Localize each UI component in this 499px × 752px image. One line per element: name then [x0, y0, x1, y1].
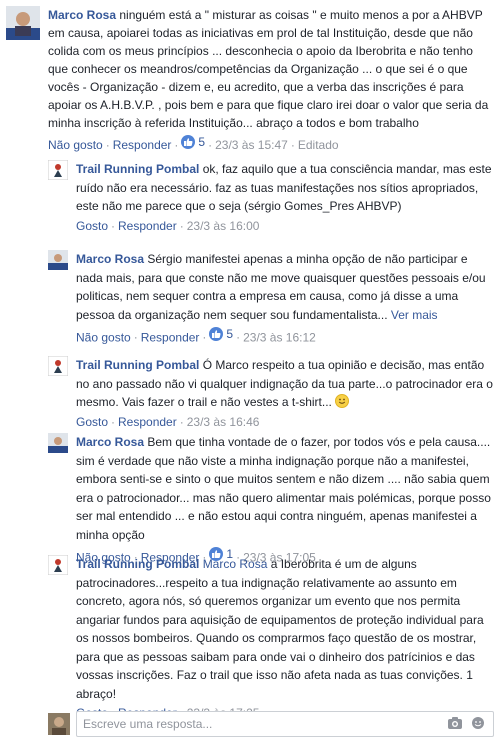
reply-input-placeholder: Escreve uma resposta...: [83, 717, 213, 731]
comment-text: ninguém está a " misturar as coisas " e …: [48, 8, 489, 130]
like-count-value: 5: [226, 327, 234, 341]
reply: Marco Rosa Bem que tinha vontade de o fa…: [48, 433, 494, 567]
unlike-link[interactable]: Não gosto: [76, 330, 131, 344]
unlike-link[interactable]: Não gosto: [48, 138, 103, 152]
reply-author[interactable]: Marco Rosa: [76, 252, 144, 266]
trail-logo-icon: [48, 555, 68, 575]
avatar[interactable]: [48, 250, 68, 270]
avatar-image: [48, 713, 70, 735]
like-count[interactable]: 5: [209, 325, 233, 344]
see-more-link[interactable]: Ver mais: [391, 308, 438, 322]
reply-timestamp[interactable]: 23/3 às 16:00: [187, 219, 260, 233]
sticker-icon[interactable]: [471, 716, 487, 730]
comment-actions: Não gosto · Responder · 5 · 23/3 às 15:47 · Edit…: [48, 133, 339, 152]
avatar-image: [48, 250, 68, 270]
reply-author[interactable]: Marco Rosa: [76, 435, 144, 449]
avatar-image: [6, 6, 40, 40]
reply-link[interactable]: Responder: [141, 330, 200, 344]
page-avatar[interactable]: [48, 555, 68, 575]
reply: Trail Running Pombal ok, faz aquilo que …: [48, 160, 494, 235]
reply-actions: Gosto · Responder · 23/3 às 16:46: [76, 414, 260, 429]
reply: Marco Rosa Sérgio manifestei apenas a mi…: [48, 250, 494, 347]
reply: Trail Running Pombal Marco Rosa a Iberob…: [48, 555, 494, 723]
reply-link[interactable]: Responder: [118, 415, 177, 429]
reply-text: Bem que tinha vontade de o fazer, por to…: [76, 435, 491, 542]
thumbs-up-icon: [181, 135, 196, 149]
page-avatar[interactable]: [48, 356, 68, 376]
trail-logo-icon: [48, 356, 68, 376]
thumbs-up-icon: [209, 327, 224, 342]
comment-timestamp[interactable]: 23/3 às 15:47: [215, 138, 288, 152]
comment-author[interactable]: Marco Rosa: [48, 8, 116, 22]
current-user-avatar: [48, 713, 70, 735]
avatar[interactable]: [6, 6, 40, 40]
reply-timestamp[interactable]: 23/3 às 16:46: [187, 415, 260, 429]
edited-label[interactable]: Editado: [298, 138, 339, 152]
smile-emoji-icon: [335, 394, 350, 408]
camera-icon[interactable]: [447, 716, 463, 730]
reply-actions: Gosto · Responder · 23/3 às 16:00: [76, 218, 260, 233]
reply-link[interactable]: Responder: [118, 219, 177, 233]
avatar-image: [48, 433, 68, 453]
reply-author[interactable]: Trail Running Pombal: [76, 162, 199, 176]
reply-timestamp[interactable]: 23/3 às 16:12: [243, 330, 316, 344]
reply-author[interactable]: Trail Running Pombal: [76, 557, 199, 571]
like-count[interactable]: 5: [181, 133, 205, 151]
avatar[interactable]: [48, 433, 68, 453]
trail-logo-icon: [48, 160, 68, 180]
comment: Marco Rosa ninguém está a " misturar as …: [6, 6, 494, 154]
reply-composer: Escreve uma resposta...: [48, 711, 494, 737]
page-avatar[interactable]: [48, 160, 68, 180]
reply-input[interactable]: Escreve uma resposta...: [76, 711, 494, 737]
mention-link[interactable]: Marco Rosa: [203, 557, 268, 571]
reply-actions: Não gosto · Responder · 5 · 23/3 às 16:12: [76, 325, 316, 345]
reply: Trail Running Pombal Ó Marco respeito a …: [48, 356, 494, 431]
reply-text: a Iberobrita é um de alguns patrocinador…: [76, 557, 484, 701]
reply-author[interactable]: Trail Running Pombal: [76, 358, 199, 372]
like-count-value: 5: [198, 135, 206, 149]
like-link[interactable]: Gosto: [76, 415, 108, 429]
reply-link[interactable]: Responder: [113, 138, 172, 152]
like-link[interactable]: Gosto: [76, 219, 108, 233]
